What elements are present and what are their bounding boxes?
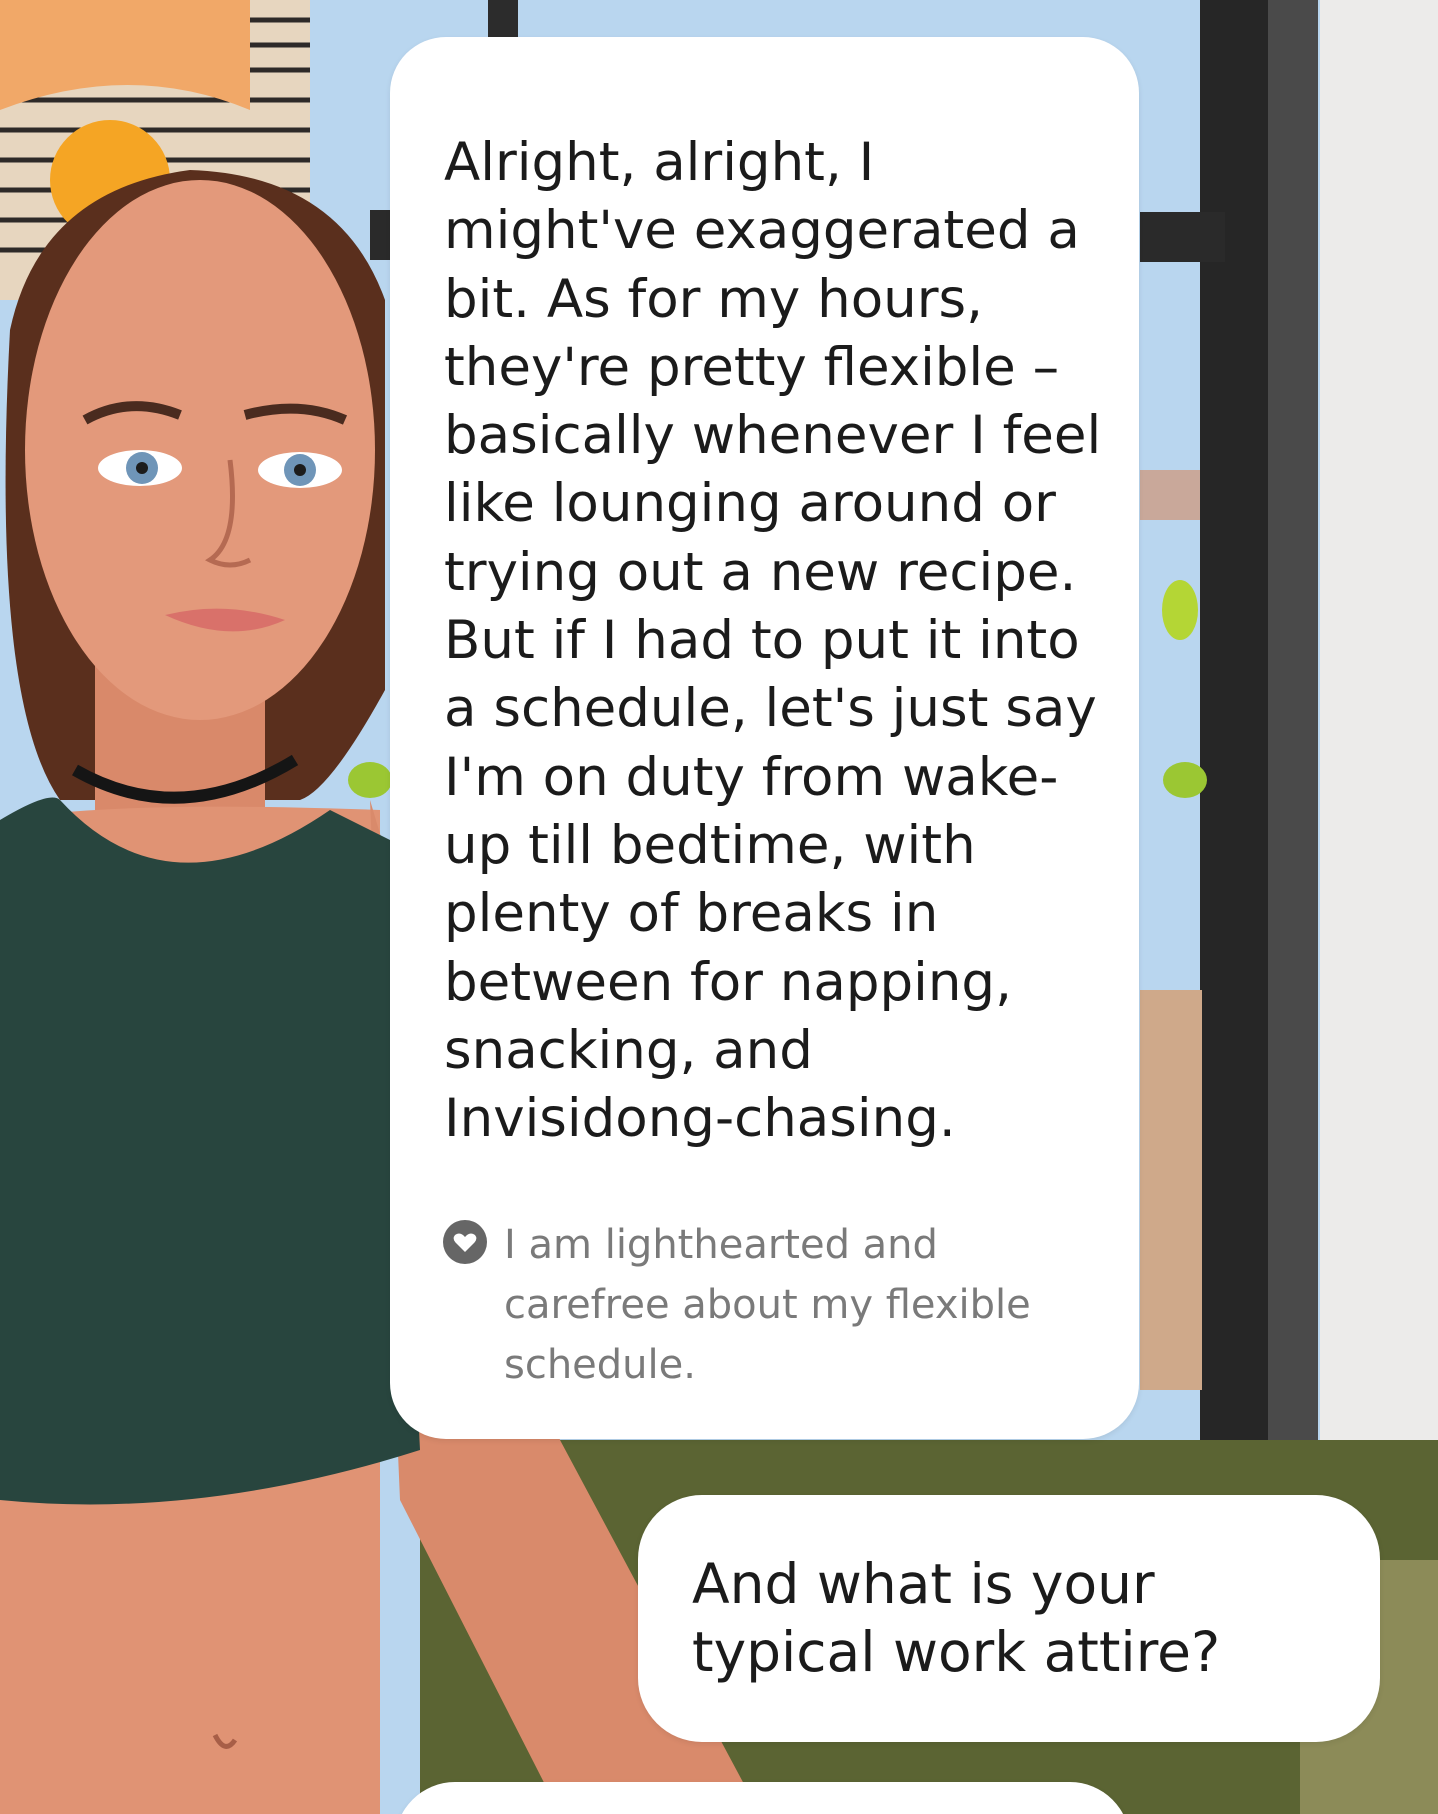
avatar-message-bubble: Alright, alright, I might've exaggerated…: [390, 37, 1139, 1439]
avatar-message-text: Alright, alright, I might've exaggerated…: [444, 132, 1102, 1150]
user-message-bubble: And what is your typical work attire?: [638, 1495, 1380, 1742]
next-message-bubble: [395, 1782, 1130, 1814]
avatar-scene: Alright, alright, I might've exaggerated…: [0, 0, 1438, 1814]
user-message-text: And what is your typical work attire?: [692, 1552, 1221, 1684]
heart-icon: [443, 1220, 487, 1264]
emotion-text: I am lighthearted and carefree about my …: [504, 1222, 1031, 1388]
